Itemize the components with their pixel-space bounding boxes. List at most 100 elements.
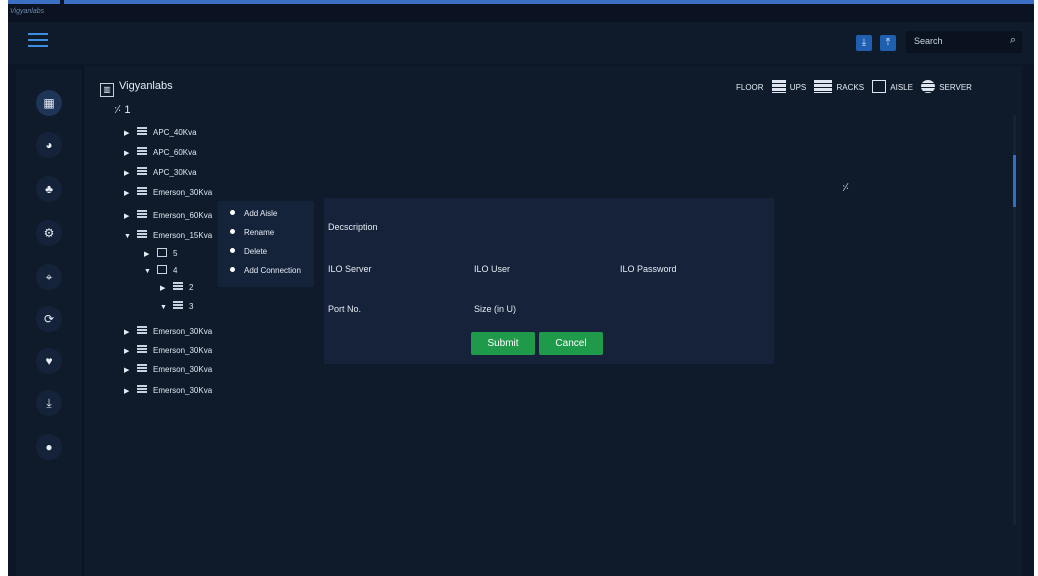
tree-node-label: Emerson_30Kva bbox=[153, 188, 213, 197]
tree-node[interactable]: ▶ Emerson_60Kva bbox=[124, 210, 212, 220]
cancel-button[interactable]: Cancel bbox=[539, 332, 603, 355]
menu-item-add-connection[interactable]: Add Connection bbox=[230, 266, 301, 275]
ups-icon bbox=[137, 385, 147, 394]
port-no-label: Port No. bbox=[328, 304, 362, 314]
download-icon[interactable]: ⤓ bbox=[36, 390, 62, 416]
search-placeholder: Search bbox=[914, 36, 943, 46]
tree-node[interactable]: ▶ Emerson_30Kva bbox=[124, 385, 212, 395]
description-label: Decscription bbox=[328, 222, 378, 232]
expand-arrow-icon[interactable]: ▶ bbox=[124, 189, 134, 197]
map-icon[interactable]: ⌖ bbox=[36, 264, 62, 290]
ups-icon bbox=[771, 80, 786, 93]
tree-node[interactable]: ▼ 3 bbox=[160, 301, 193, 311]
heart-pulse-icon[interactable]: ♥ bbox=[36, 348, 62, 374]
scrollbar-thumb[interactable] bbox=[1013, 155, 1016, 207]
tree-node[interactable]: ▶ APC_60Kva bbox=[124, 147, 197, 157]
submit-button[interactable]: Submit bbox=[471, 332, 535, 355]
expand-arrow-icon[interactable]: ▶ bbox=[124, 387, 134, 395]
size-label: Size (in U) bbox=[474, 304, 517, 314]
tree-node[interactable]: ▶ Emerson_30Kva bbox=[124, 187, 212, 197]
top-bar: Vigyanlabs bbox=[8, 0, 1034, 22]
expand-arrow-icon[interactable]: ▶ bbox=[124, 366, 134, 374]
ups-icon bbox=[137, 147, 147, 156]
tree-node-label: 4 bbox=[173, 266, 178, 275]
tree-node-label: 5 bbox=[173, 249, 178, 258]
tree-floor[interactable]: ⸓ 1 bbox=[114, 102, 130, 117]
expand-arrow-icon[interactable]: ▶ bbox=[124, 149, 134, 157]
refresh-icon[interactable]: ⟳ bbox=[36, 306, 62, 332]
ups-icon bbox=[137, 187, 147, 196]
user-circle-icon[interactable]: ● bbox=[36, 434, 62, 460]
rack-icon bbox=[173, 282, 183, 291]
upload-icon[interactable]: ⤒ bbox=[880, 35, 896, 51]
collapse-arrow-icon[interactable]: ▼ bbox=[144, 268, 154, 275]
sidebar: ▦ ◕ ♣ ⚙ ⌖ ⟳ ♥ ⤓ ● bbox=[16, 70, 82, 576]
tree-node-label: Emerson_15Kva bbox=[153, 231, 213, 240]
tree-node[interactable]: ▶ APC_40Kva bbox=[124, 127, 197, 137]
expand-arrow-icon[interactable]: ▶ bbox=[124, 129, 134, 137]
tree-node[interactable]: ▶ Emerson_30Kva bbox=[124, 345, 212, 355]
hamburger-menu-icon[interactable] bbox=[28, 33, 48, 47]
menu-item-add-aisle[interactable]: Add Aisle bbox=[230, 209, 277, 218]
ups-icon bbox=[137, 364, 147, 373]
gear-sync-icon[interactable]: ⚙ bbox=[36, 220, 62, 246]
tree-node-label: APC_60Kva bbox=[153, 148, 197, 157]
expand-arrow-icon[interactable]: ▶ bbox=[124, 347, 134, 355]
legend-server: SERVER bbox=[939, 83, 972, 92]
ilo-server-label: ILO Server bbox=[328, 264, 372, 274]
expand-arrow-icon[interactable]: ▶ bbox=[124, 169, 134, 177]
download-icon[interactable]: ⤓ bbox=[856, 35, 872, 51]
legend-aisle: AISLE bbox=[890, 83, 913, 92]
tree-node-label: Emerson_60Kva bbox=[153, 211, 213, 220]
tree-root-label: Vigyanlabs bbox=[119, 80, 173, 92]
ups-icon bbox=[137, 326, 147, 335]
tree-node[interactable]: ▶ 5 bbox=[144, 248, 177, 258]
rack-icon bbox=[173, 301, 183, 310]
top-accent-bar bbox=[8, 0, 1034, 4]
menu-item-delete[interactable]: Delete bbox=[230, 247, 267, 256]
ups-icon bbox=[137, 127, 147, 136]
tree-node-label: Emerson_30Kva bbox=[153, 365, 213, 374]
tree-node-label: Emerson_30Kva bbox=[153, 327, 213, 336]
tree-node[interactable]: ▼ 4 bbox=[144, 265, 177, 275]
app-logo: Vigyanlabs bbox=[10, 8, 45, 15]
ilo-password-label: ILO Password bbox=[620, 264, 677, 274]
tree-node-label: Emerson_30Kva bbox=[153, 346, 213, 355]
floor-icon: ⸓ bbox=[114, 104, 122, 116]
legend: ⸓ FLOOR UPS RACKS AISLE SERVER bbox=[736, 80, 972, 194]
tree-node-label: 3 bbox=[189, 302, 194, 311]
search-icon[interactable]: ⌕ bbox=[1010, 34, 1016, 47]
building-icon: ▥ bbox=[100, 83, 114, 97]
rack-icon bbox=[814, 80, 833, 93]
tree-root[interactable]: ▥ Vigyanlabs bbox=[100, 80, 173, 97]
tree-node[interactable]: ▼ Emerson_15Kva bbox=[124, 230, 212, 240]
search-input[interactable]: Search ⌕ bbox=[906, 31, 1022, 53]
tree-node[interactable]: ▶ APC_30Kva bbox=[124, 167, 197, 177]
sitemap-icon[interactable]: ♣ bbox=[36, 176, 62, 202]
app-frame: Vigyanlabs ⤓ ⤒ Search ⌕ ▦ ◕ ♣ ⚙ ⌖ ⟳ ♥ ⤓ … bbox=[8, 0, 1034, 576]
tree-node[interactable]: ▶ Emerson_30Kva bbox=[124, 326, 212, 336]
aisle-icon bbox=[872, 80, 887, 93]
collapse-arrow-icon[interactable]: ▼ bbox=[160, 304, 170, 311]
pie-chart-icon[interactable]: ◕ bbox=[36, 132, 62, 158]
tree-floor-label: 1 bbox=[124, 104, 131, 116]
aisle-icon bbox=[157, 248, 167, 257]
tree-node-label: APC_30Kva bbox=[153, 168, 197, 177]
ups-icon bbox=[137, 345, 147, 354]
grid-icon[interactable]: ▦ bbox=[36, 90, 62, 116]
expand-arrow-icon[interactable]: ▶ bbox=[124, 328, 134, 336]
legend-floor: FLOOR bbox=[736, 83, 764, 92]
collapse-arrow-icon[interactable]: ▼ bbox=[124, 233, 134, 240]
floor-icon: ⸓ bbox=[842, 182, 850, 194]
menu-item-rename[interactable]: Rename bbox=[230, 228, 274, 237]
server-icon bbox=[921, 80, 936, 93]
tree-node-label: APC_40Kva bbox=[153, 128, 197, 137]
ups-icon bbox=[137, 210, 147, 219]
tree-node-label: Emerson_30Kva bbox=[153, 386, 213, 395]
expand-arrow-icon[interactable]: ▶ bbox=[160, 284, 170, 292]
expand-arrow-icon[interactable]: ▶ bbox=[124, 212, 134, 220]
tree-node[interactable]: ▶ 2 bbox=[160, 282, 193, 292]
tree-node[interactable]: ▶ Emerson_30Kva bbox=[124, 364, 212, 374]
expand-arrow-icon[interactable]: ▶ bbox=[144, 250, 154, 258]
ups-icon bbox=[137, 230, 147, 239]
